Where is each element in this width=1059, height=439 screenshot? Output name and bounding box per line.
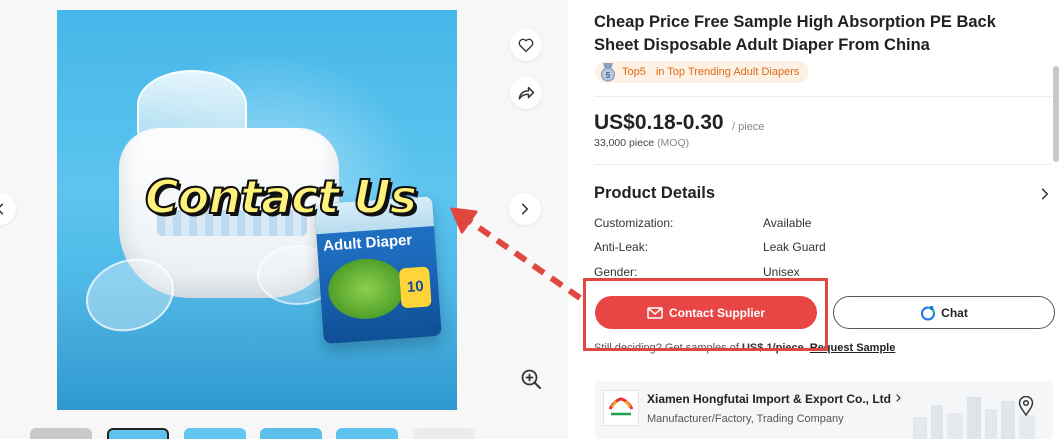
- contact-us-overlay: Contact Us: [144, 169, 418, 225]
- heart-icon: [518, 38, 534, 53]
- attribute-key: Customization:: [594, 216, 674, 230]
- attribute-key: Gender:: [594, 265, 638, 279]
- attribute-value: Unisex: [763, 265, 800, 279]
- supplier-card[interactable]: Xiamen Hongfutai Import & Export Co., Lt…: [595, 382, 1053, 439]
- chevron-left-icon: [0, 203, 4, 215]
- thumbnail-strip: [30, 428, 550, 439]
- chat-label: Chat: [941, 305, 968, 320]
- main-product-image[interactable]: Adult Diaper 10 Contact Us: [57, 10, 457, 410]
- thumbnail[interactable]: [30, 428, 92, 439]
- thumbnail[interactable]: [413, 428, 475, 439]
- product-title: Cheap Price Free Sample High Absorption …: [594, 13, 996, 54]
- product-details-panel: Cheap Price Free Sample High Absorption …: [580, 0, 1059, 439]
- supplier-logo-mark: [608, 397, 634, 416]
- chat-icon: [921, 305, 936, 320]
- attribute-value: Leak Guard: [763, 240, 826, 254]
- divider: [594, 164, 1052, 165]
- thumbnail[interactable]: [184, 428, 246, 439]
- thumbnail[interactable]: [336, 428, 398, 439]
- divider: [594, 96, 1052, 97]
- ranking-badge[interactable]: 5 Top5 in Top Trending Adult Diapers: [595, 61, 810, 83]
- badge-rank: Top5: [622, 66, 646, 78]
- price-unit: / piece: [732, 121, 765, 133]
- scrollbar[interactable]: [1053, 66, 1059, 162]
- attribute-value: Available: [763, 216, 812, 230]
- supplier-type: Manufacturer/Factory, Trading Company: [647, 413, 844, 425]
- moq-label: (MOQ): [657, 137, 690, 149]
- chat-button[interactable]: Chat: [833, 296, 1055, 329]
- badge-category: in Top Trending Adult Diapers: [655, 66, 800, 78]
- pack-label: Adult Diaper: [322, 231, 413, 255]
- moq: 33,000 piece (MOQ): [594, 137, 689, 149]
- favorite-button[interactable]: [510, 29, 542, 61]
- svg-text:5: 5: [606, 71, 611, 80]
- share-button[interactable]: [510, 77, 542, 109]
- chevron-right-icon: [896, 394, 901, 402]
- supplier-name-text: Xiamen Hongfutai Import & Export Co., Lt…: [647, 392, 891, 406]
- attribute-key: Anti-Leak:: [594, 240, 649, 254]
- medal-icon: 5: [601, 63, 615, 82]
- product-details-heading[interactable]: Product Details: [594, 184, 715, 203]
- supplier-logo: [603, 390, 639, 426]
- thumbnail-selected[interactable]: [107, 428, 169, 439]
- moq-value: 33,000 piece: [594, 137, 655, 149]
- location-pin-icon[interactable]: [1018, 396, 1034, 416]
- annotation-highlight-box: [583, 278, 828, 351]
- zoom-button[interactable]: [515, 363, 547, 395]
- annotation-arrow: [450, 207, 582, 301]
- pack-count: 10: [398, 266, 432, 309]
- pack-graphic: [326, 256, 407, 322]
- prev-image-button[interactable]: [0, 193, 16, 225]
- thumbnail[interactable]: [260, 428, 322, 439]
- supplier-name[interactable]: Xiamen Hongfutai Import & Export Co., Lt…: [647, 392, 903, 406]
- share-icon: [518, 86, 535, 100]
- price-range: US$0.18-0.30: [594, 111, 724, 134]
- chevron-right-icon[interactable]: [1038, 186, 1052, 202]
- zoom-in-icon: [521, 369, 541, 389]
